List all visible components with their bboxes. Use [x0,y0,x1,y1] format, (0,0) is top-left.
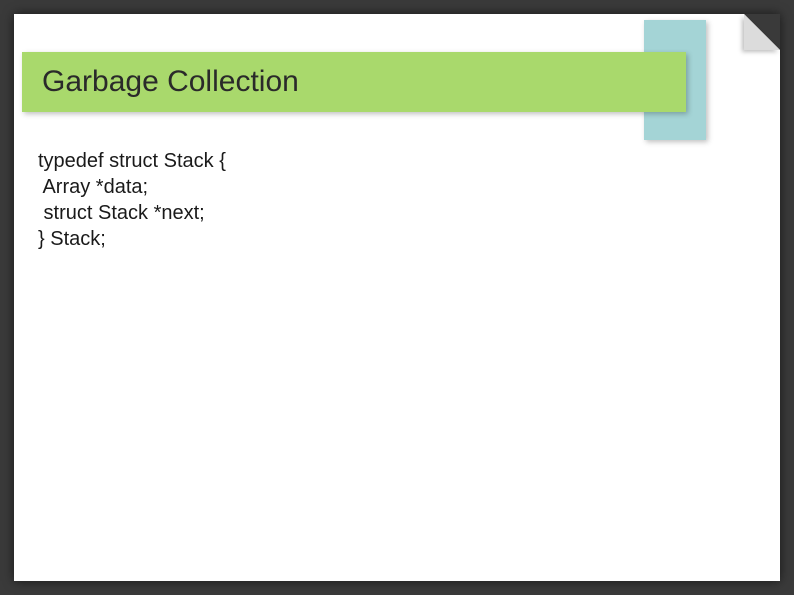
code-line: Array *data; [38,174,740,200]
code-line: struct Stack *next; [38,200,740,226]
slide-container: Garbage Collection typedef struct Stack … [0,0,794,595]
slide: Garbage Collection typedef struct Stack … [14,14,780,581]
page-curl-icon [744,14,780,50]
slide-title: Garbage Collection [42,65,299,99]
slide-body: typedef struct Stack { Array *data; stru… [38,148,740,557]
code-line: typedef struct Stack { [38,148,740,174]
title-bar: Garbage Collection [22,52,686,112]
code-line: } Stack; [38,226,740,252]
